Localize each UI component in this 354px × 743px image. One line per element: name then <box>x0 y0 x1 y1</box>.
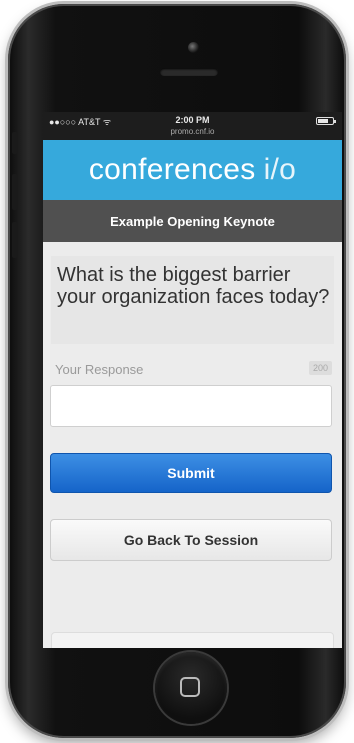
submit-button[interactable]: Submit <box>50 453 332 493</box>
brand-name: conferences <box>88 153 256 186</box>
go-back-to-session-button[interactable]: Go Back To Session <box>50 519 332 561</box>
camera-icon <box>188 42 199 53</box>
home-button[interactable] <box>155 652 227 724</box>
session-title-bar: Example Opening Keynote <box>43 200 342 242</box>
mute-switch <box>12 132 17 154</box>
volume-down-button <box>12 222 17 258</box>
response-input[interactable] <box>50 385 332 427</box>
question-text: What is the biggest barrier your organiz… <box>57 264 330 308</box>
response-label-row: Your Response 200 <box>51 360 334 378</box>
next-card <box>51 632 334 648</box>
response-label: Your Response <box>55 362 144 377</box>
volume-up-button <box>12 174 17 210</box>
page-url: promo.cnf.io <box>170 127 215 136</box>
battery-icon <box>316 117 336 125</box>
status-time: 2:00 PM <box>175 115 210 125</box>
brand-suffix: i/o <box>263 153 297 186</box>
session-title: Example Opening Keynote <box>110 213 275 229</box>
home-button-icon <box>180 677 200 697</box>
speaker-icon <box>160 68 218 76</box>
question-card: What is the biggest barrier your organiz… <box>51 256 334 344</box>
char-count-badge: 200 <box>308 361 332 375</box>
brand-header: conferences i/o <box>43 140 342 200</box>
phone-frame: ●●○○○ AT&T ᯤ 2:00 PM promo.cnf.io confer… <box>8 4 346 738</box>
phone-screen: ●●○○○ AT&T ᯤ 2:00 PM promo.cnf.io confer… <box>43 112 342 648</box>
status-bar: ●●○○○ AT&T ᯤ 2:00 PM promo.cnf.io <box>43 112 342 140</box>
